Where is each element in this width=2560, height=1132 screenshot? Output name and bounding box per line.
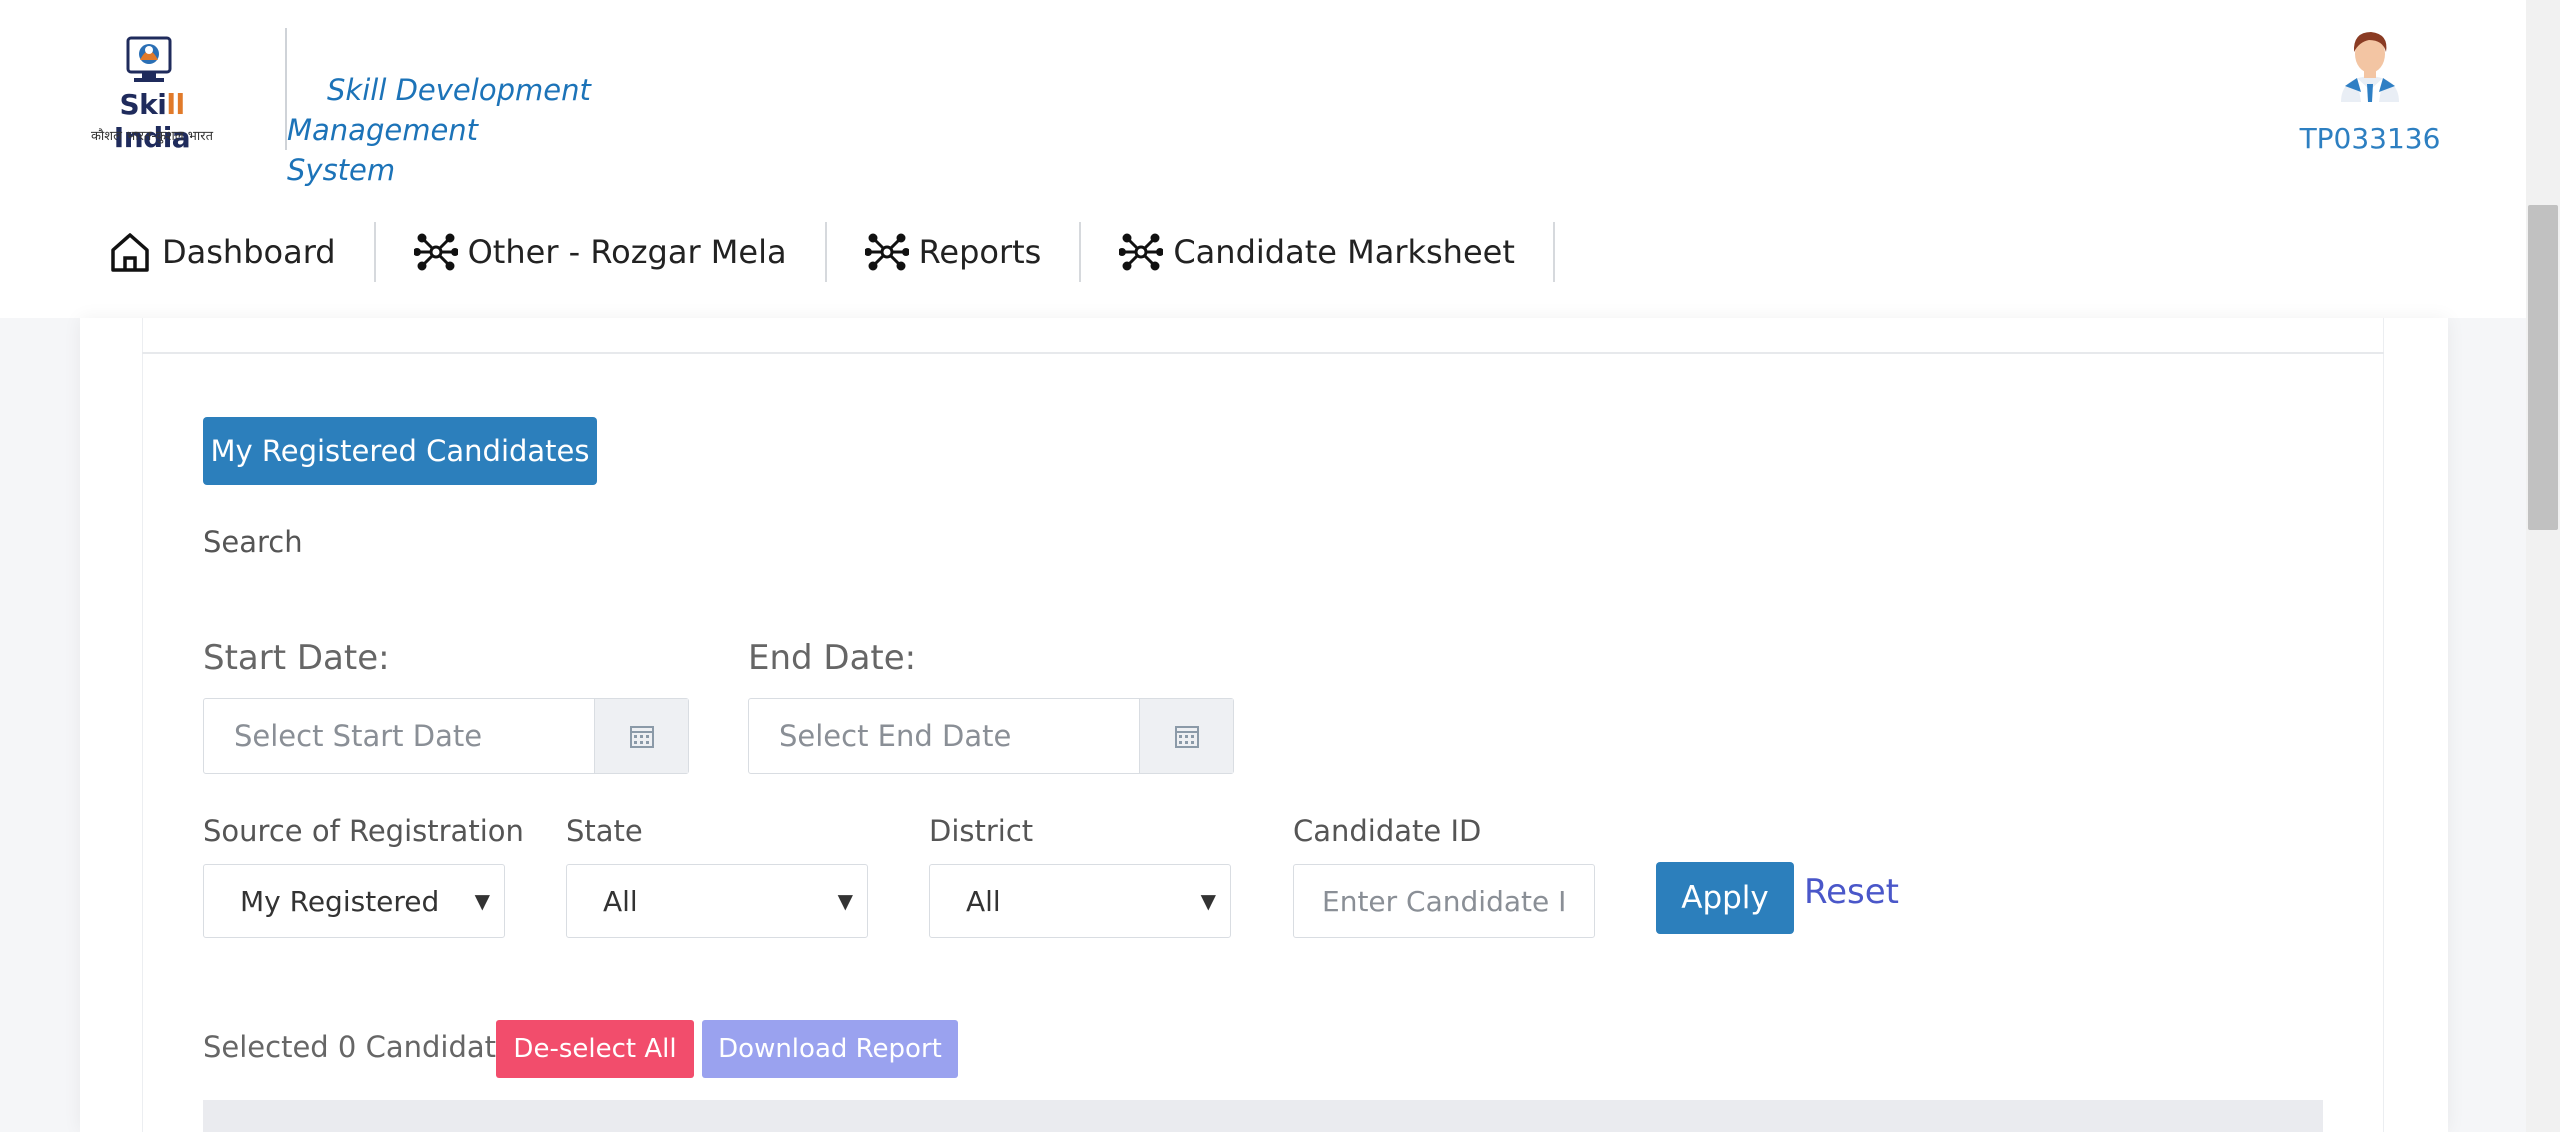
start-date-input[interactable] xyxy=(204,699,594,773)
source-select-value: My Registered C xyxy=(240,884,440,918)
start-date-picker xyxy=(203,698,689,774)
calendar-icon xyxy=(1174,726,1199,748)
network-icon xyxy=(1119,233,1164,271)
district-select-value: All xyxy=(966,884,1001,918)
caret-down-icon: ▼ xyxy=(837,889,853,913)
main-nav: Dashboard Other - Rozgar Mela Reports Ca… xyxy=(108,222,1555,282)
home-icon xyxy=(111,233,149,272)
selected-count-text: Selected 0 Candidates xyxy=(203,1030,529,1064)
nav-label-reports: Reports xyxy=(918,233,1042,271)
state-label: State xyxy=(566,814,643,848)
download-report-button[interactable]: Download Report xyxy=(702,1020,958,1078)
district-select[interactable]: All ▼ xyxy=(929,864,1231,938)
nav-label-dashboard: Dashboard xyxy=(162,233,336,271)
calendar-icon xyxy=(629,726,654,748)
logo-tagline: कौशल भारत-कुशल भारत xyxy=(90,129,214,144)
skill-india-logo[interactable]: Skill India कौशल भारत-कुशल भारत xyxy=(82,36,222,154)
user-profile[interactable]: TP033136 xyxy=(2290,26,2450,155)
source-of-registration-label: Source of Registration xyxy=(203,814,524,848)
apply-button[interactable]: Apply xyxy=(1656,862,1794,934)
scrollbar-thumb[interactable] xyxy=(2528,205,2558,530)
system-title: Skill Development Management System xyxy=(287,70,767,190)
state-select[interactable]: All ▼ xyxy=(566,864,868,938)
nav-item-rozgar-mela[interactable]: Other - Rozgar Mela xyxy=(376,222,827,282)
search-heading: Search xyxy=(203,525,303,559)
reset-link[interactable]: Reset xyxy=(1804,872,1899,912)
card-header-divider xyxy=(142,352,2384,354)
user-id: TP033136 xyxy=(2299,122,2441,155)
candidate-id-input[interactable] xyxy=(1293,864,1595,938)
table-header xyxy=(203,1100,2323,1132)
nav-item-candidate-marksheet[interactable]: Candidate Marksheet xyxy=(1081,222,1555,282)
start-date-calendar-button[interactable] xyxy=(594,699,688,773)
state-select-value: All xyxy=(603,884,638,918)
nav-label-rozgar-mela: Other - Rozgar Mela xyxy=(467,233,787,271)
end-date-calendar-button[interactable] xyxy=(1139,699,1233,773)
user-avatar-icon xyxy=(2341,32,2399,102)
deselect-all-button[interactable]: De-select All xyxy=(496,1020,694,1078)
nav-label-candidate-marksheet: Candidate Marksheet xyxy=(1173,233,1515,271)
network-icon xyxy=(864,233,909,271)
system-title-line2: System xyxy=(287,153,396,187)
nav-item-dashboard[interactable]: Dashboard xyxy=(108,222,376,282)
my-registered-candidates-button[interactable]: My Registered Candidates xyxy=(203,417,597,485)
nav-item-reports[interactable]: Reports xyxy=(827,222,1082,282)
end-date-label: End Date: xyxy=(748,638,917,678)
system-title-line1: Skill Development Management xyxy=(287,73,591,147)
network-icon xyxy=(413,233,458,271)
candidate-id-label: Candidate ID xyxy=(1293,814,1482,848)
source-of-registration-select[interactable]: My Registered C ▼ xyxy=(203,864,505,938)
skill-india-emblem-icon xyxy=(126,36,172,82)
scrollbar-track[interactable] xyxy=(2526,0,2560,1132)
caret-down-icon: ▼ xyxy=(474,889,490,913)
district-label: District xyxy=(929,814,1034,848)
end-date-input[interactable] xyxy=(749,699,1139,773)
logo-brand-text: Skill India xyxy=(113,88,191,154)
caret-down-icon: ▼ xyxy=(1200,889,1216,913)
end-date-picker xyxy=(748,698,1234,774)
start-date-label: Start Date: xyxy=(203,638,390,678)
